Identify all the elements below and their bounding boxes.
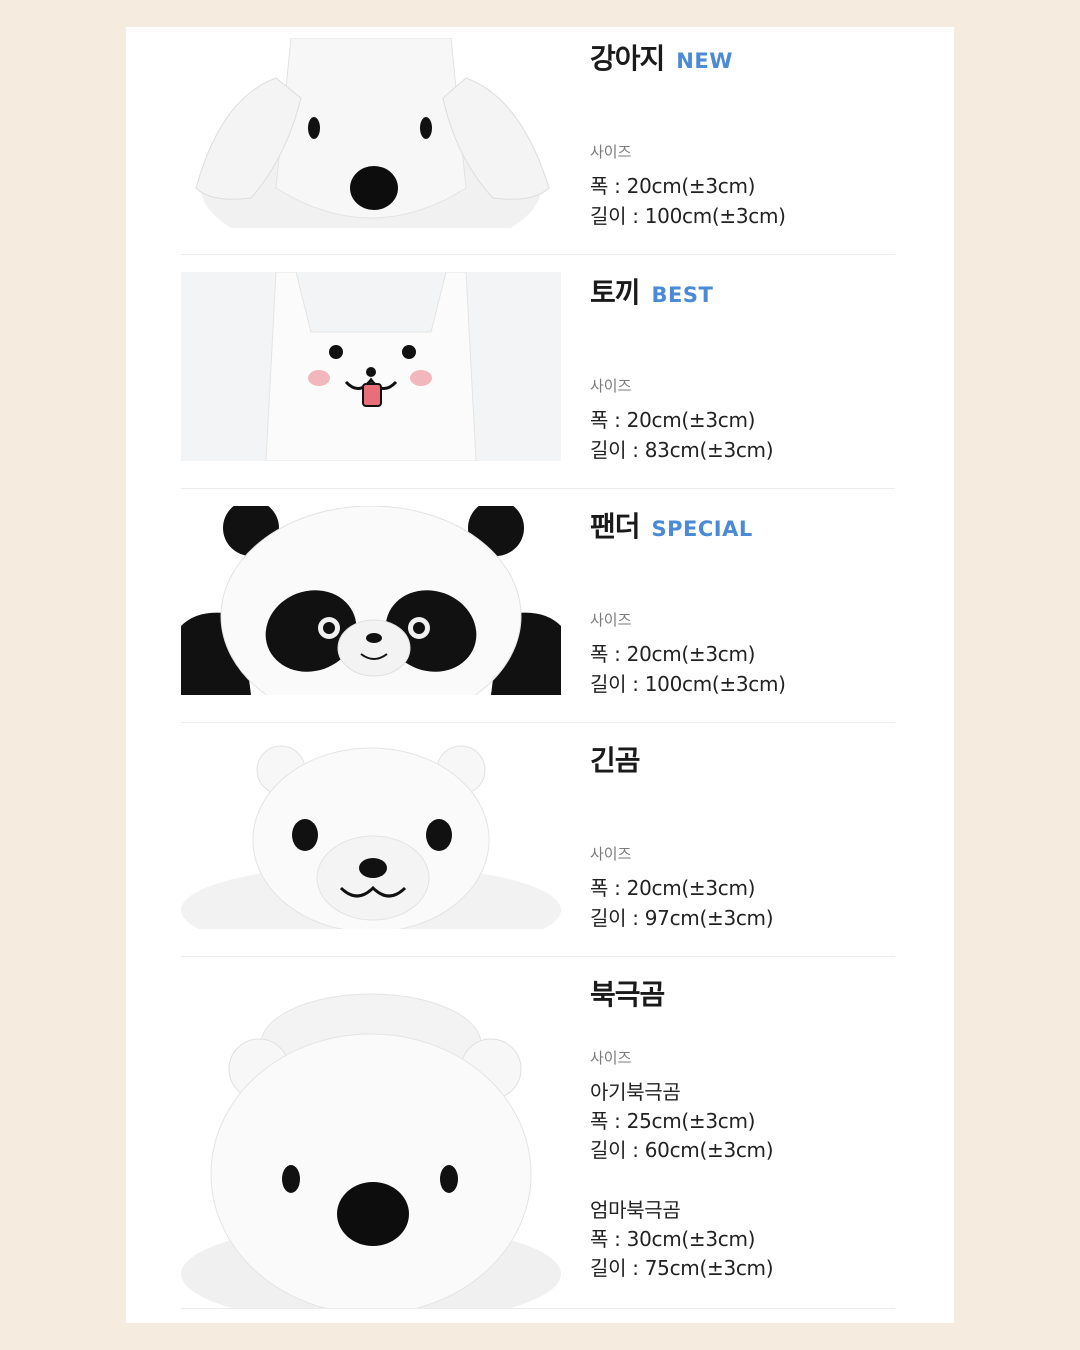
long-bear-info: 긴곰 사이즈 폭 : 20cm(±3cm) 길이 : 97cm(±3cm) [590,723,895,957]
rabbit-info: 토끼 BEST 사이즈 폭 : 20cm(±3cm) 길이 : 83cm(±3cm… [590,255,895,489]
product-badge: NEW [676,49,733,73]
polar-bear-plush-illustration [181,974,561,1308]
product-row-rabbit: 토끼 BEST 사이즈 폭 : 20cm(±3cm) 길이 : 83cm(±3cm… [181,255,895,489]
length-spec: 길이 : 83cm(±3cm) [590,438,774,462]
dog-plush-illustration [181,38,561,228]
rabbit-pillow-image [181,272,561,461]
size-label: 사이즈 [590,845,632,863]
size-label: 사이즈 [590,1049,632,1067]
dog-info: 강아지 NEW 사이즈 폭 : 20cm(±3cm) 길이 : 100cm(±3c… [590,27,895,255]
width-spec: 폭 : 20cm(±3cm) [590,876,756,900]
panda-pillow-image [181,506,561,695]
rabbit-plush-illustration [181,272,561,461]
size-label: 사이즈 [590,611,632,629]
product-name: 팬더 [590,510,641,543]
product-badge: SPECIAL [651,517,753,541]
product-badge: BEST [651,283,714,307]
baby-width-spec: 폭 : 25cm(±3cm) [590,1109,756,1133]
long-bear-pillow-image [181,740,561,929]
size-label: 사이즈 [590,143,632,161]
width-spec: 폭 : 20cm(±3cm) [590,642,756,666]
long-bear-plush-illustration [181,740,561,929]
polar-bear-pillow-image [181,974,561,1308]
baby-length-spec: 길이 : 60cm(±3cm) [590,1138,774,1162]
polar-bear-info: 북극곰 사이즈 아기북극곰 폭 : 25cm(±3cm) 길이 : 60cm(±… [590,957,895,1309]
baby-polar-bear-label: 아기북극곰 [590,1080,681,1104]
mom-width-spec: 폭 : 30cm(±3cm) [590,1227,756,1251]
size-label: 사이즈 [590,377,632,395]
mom-length-spec: 길이 : 75cm(±3cm) [590,1256,774,1280]
dog-pillow-image [181,38,561,228]
mom-polar-bear-label: 엄마북극곰 [590,1198,681,1222]
panda-plush-illustration [181,506,561,695]
row-divider [181,1308,895,1309]
product-name: 긴곰 [590,744,641,777]
product-name: 강아지 [590,42,665,75]
product-row-long-bear: 긴곰 사이즈 폭 : 20cm(±3cm) 길이 : 97cm(±3cm) [181,723,895,957]
width-spec: 폭 : 20cm(±3cm) [590,174,756,198]
product-row-panda: 팬더 SPECIAL 사이즈 폭 : 20cm(±3cm) 길이 : 100cm(… [181,489,895,723]
panda-info: 팬더 SPECIAL 사이즈 폭 : 20cm(±3cm) 길이 : 100cm(… [590,489,895,723]
length-spec: 길이 : 97cm(±3cm) [590,906,774,930]
length-spec: 길이 : 100cm(±3cm) [590,672,786,696]
product-size-card: 강아지 NEW 사이즈 폭 : 20cm(±3cm) 길이 : 100cm(±3c… [126,27,954,1323]
product-name: 북극곰 [590,978,665,1011]
product-row-polar-bear: 북극곰 사이즈 아기북극곰 폭 : 25cm(±3cm) 길이 : 60cm(±… [181,957,895,1309]
product-name: 토끼 [590,276,641,309]
length-spec: 길이 : 100cm(±3cm) [590,204,786,228]
width-spec: 폭 : 20cm(±3cm) [590,408,756,432]
product-row-dog: 강아지 NEW 사이즈 폭 : 20cm(±3cm) 길이 : 100cm(±3c… [181,27,895,255]
